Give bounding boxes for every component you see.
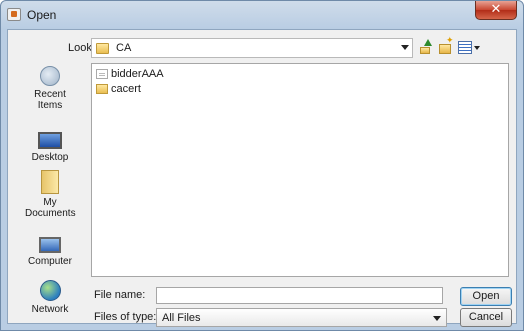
- file-name: bidderAAA: [111, 68, 164, 80]
- java-app-icon: [7, 8, 21, 21]
- new-folder-icon[interactable]: [438, 36, 454, 55]
- place-desktop[interactable]: Desktop: [14, 128, 86, 163]
- cancel-button[interactable]: Cancel: [460, 308, 512, 327]
- close-button[interactable]: ✕: [475, 1, 517, 20]
- place-label: Recent Items: [34, 89, 66, 111]
- chevron-down-icon[interactable]: [433, 316, 441, 321]
- place-label: Computer: [28, 256, 72, 267]
- file-list[interactable]: bidderAAA cacert: [91, 63, 509, 277]
- place-label: My Documents: [25, 197, 76, 219]
- chevron-down-icon[interactable]: [401, 45, 409, 50]
- my-documents-icon: [41, 170, 59, 194]
- place-label: Desktop: [31, 152, 69, 163]
- folder-icon: [96, 84, 108, 94]
- files-of-type-label: Files of type:: [94, 311, 157, 323]
- look-in-value: CA: [116, 42, 132, 54]
- look-in-dropdown[interactable]: CA: [91, 38, 413, 58]
- file-name: cacert: [111, 83, 141, 95]
- view-menu-chevron-icon[interactable]: [474, 46, 480, 50]
- place-my-documents[interactable]: My Documents: [14, 170, 86, 219]
- open-dialog: Open ✕ Look in: CA Recent Items Desktop …: [0, 0, 524, 331]
- up-folder-icon[interactable]: [418, 39, 434, 55]
- place-network[interactable]: Network: [14, 280, 86, 315]
- desktop-icon: [38, 132, 62, 149]
- place-label: Network: [31, 304, 69, 315]
- places-bar: Recent Items Desktop My Documents Comput…: [14, 66, 86, 324]
- document-icon: [96, 69, 108, 79]
- network-icon: [39, 280, 61, 301]
- place-computer[interactable]: Computer: [14, 232, 86, 267]
- files-of-type-dropdown[interactable]: All Files: [156, 308, 447, 327]
- view-menu-icon[interactable]: [458, 41, 472, 54]
- folder-icon: [96, 43, 109, 54]
- window-title: Open: [27, 8, 57, 22]
- recent-items-icon: [40, 66, 60, 86]
- place-recent-items[interactable]: Recent Items: [14, 66, 86, 111]
- file-name-input[interactable]: [156, 287, 443, 304]
- title-bar[interactable]: Open ✕: [1, 1, 523, 29]
- open-button[interactable]: Open: [460, 287, 512, 306]
- files-of-type-value: All Files: [162, 312, 201, 324]
- dialog-body: Look in: CA Recent Items Desktop My Docu…: [7, 29, 517, 327]
- computer-icon: [39, 237, 61, 253]
- file-name-label: File name:: [94, 289, 146, 301]
